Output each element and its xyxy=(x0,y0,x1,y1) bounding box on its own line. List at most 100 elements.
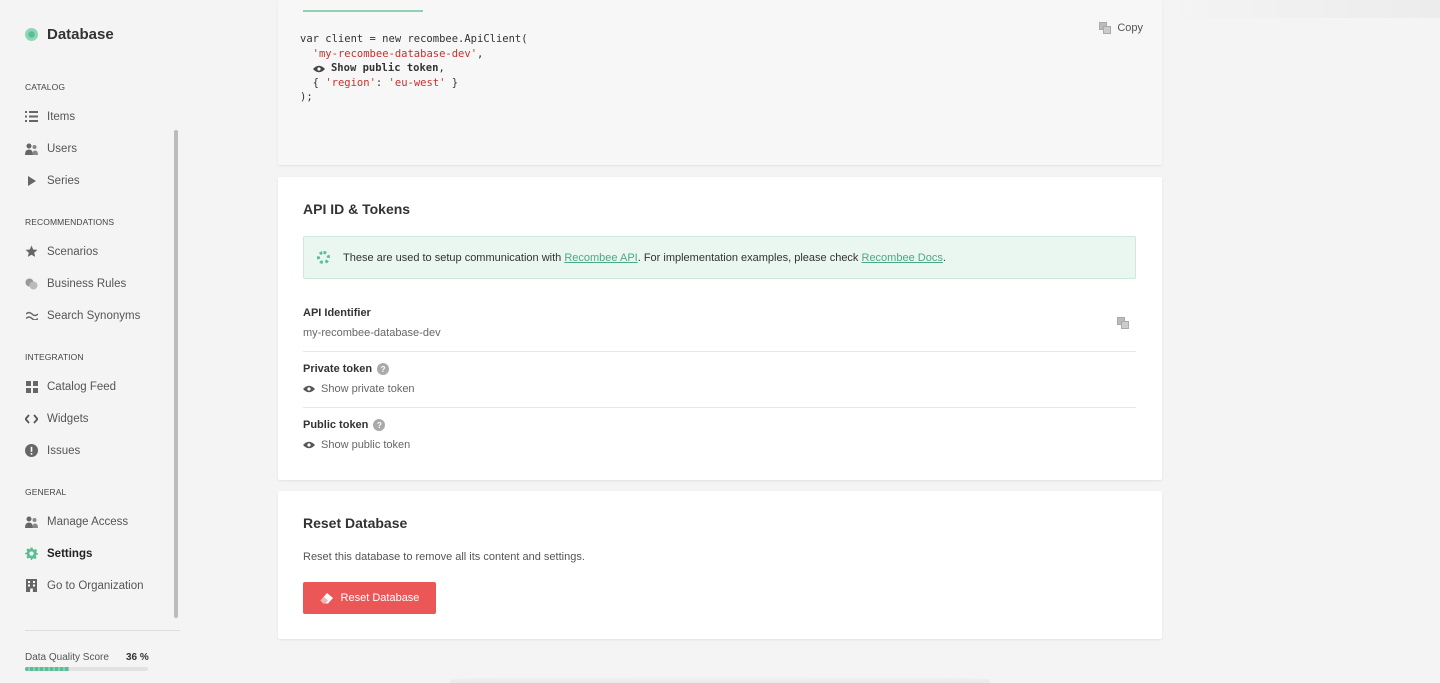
sidebar-item-label: Search Synonyms xyxy=(47,309,141,322)
sidebar-title: Database xyxy=(47,26,114,43)
sidebar-item-label: Business Rules xyxy=(47,277,127,290)
api-identifier-label: API Identifier xyxy=(303,307,371,319)
users-icon xyxy=(25,142,38,155)
gear-icon xyxy=(25,547,38,560)
eye-icon xyxy=(303,385,315,393)
sidebar-item-scenarios[interactable]: Scenarios xyxy=(25,245,98,258)
sidebar-item-label: Users xyxy=(47,142,78,155)
approx-icon xyxy=(25,309,38,322)
reset-database-card: Reset Database Reset this database to re… xyxy=(278,491,1162,639)
code-colon: : xyxy=(375,76,389,89)
copy-label: Copy xyxy=(1117,22,1143,34)
sidebar-item-catalog-feed[interactable]: Catalog Feed xyxy=(25,380,116,393)
code-line: ); xyxy=(300,91,313,104)
show-public-token-inline[interactable]: Show public token xyxy=(312,62,439,75)
grid-icon xyxy=(25,380,38,393)
code-icon xyxy=(25,412,38,425)
sidebar-divider xyxy=(25,630,180,631)
sidebar-item-label: Catalog Feed xyxy=(47,380,117,393)
alert-icon xyxy=(25,444,38,457)
sidebar-item-widgets[interactable]: Widgets xyxy=(25,412,89,425)
sidebar-item-label: Items xyxy=(47,110,76,123)
data-quality-label: Data Quality Score xyxy=(25,652,109,663)
sidebar-item-issues[interactable]: Issues xyxy=(25,444,80,457)
public-token-field: Public token ? Show public token xyxy=(303,419,1136,451)
reset-database-title: Reset Database xyxy=(303,515,408,531)
divider xyxy=(303,407,1136,408)
top-shadow xyxy=(1160,0,1440,18)
sidebar-item-label: Widgets xyxy=(47,412,89,425)
recombee-api-link[interactable]: Recombee API xyxy=(564,252,637,264)
sidebar-scrollbar[interactable] xyxy=(174,130,178,618)
show-public-token-text: Show public token xyxy=(321,439,411,451)
show-token-text: Show public token xyxy=(330,62,439,75)
sidebar-item-label: Settings xyxy=(47,547,93,560)
public-token-label: Public token xyxy=(303,419,369,431)
building-icon xyxy=(25,579,38,592)
help-icon[interactable]: ? xyxy=(377,363,390,375)
sidebar-item-label: Scenarios xyxy=(47,245,99,258)
data-quality-progress-fill xyxy=(25,667,70,671)
eye-icon xyxy=(312,65,325,73)
sidebar-item-go-to-organization[interactable]: Go to Organization xyxy=(25,579,144,592)
sidebar-item-label: Issues xyxy=(47,444,81,457)
lifebuoy-icon xyxy=(317,251,330,264)
bottom-shadow xyxy=(450,676,990,683)
reset-database-button-label: Reset Database xyxy=(340,592,420,604)
code-brace: } xyxy=(445,76,459,89)
section-general: GENERAL xyxy=(25,487,67,497)
sidebar-item-series[interactable]: Series xyxy=(25,174,80,187)
rules-icon xyxy=(25,277,38,290)
code-comma: , xyxy=(438,62,445,75)
code-comma: , xyxy=(477,47,484,60)
copy-icon[interactable] xyxy=(1117,317,1129,329)
sidebar-item-label: Series xyxy=(47,174,80,187)
data-quality-value: 36 % xyxy=(126,652,149,663)
code-tab-indicator xyxy=(303,10,423,12)
private-token-field: Private token ? Show private token xyxy=(303,363,1136,395)
reset-database-description: Reset this database to remove all its co… xyxy=(303,551,585,563)
section-catalog: CATALOG xyxy=(25,82,66,92)
divider xyxy=(303,351,1136,352)
help-icon[interactable]: ? xyxy=(373,419,386,431)
reset-database-button[interactable]: Reset Database xyxy=(303,582,436,614)
private-token-label-row: Private token ? xyxy=(303,363,1136,375)
sidebar-item-label: Manage Access xyxy=(47,515,129,528)
section-recommendations: RECOMMENDATIONS xyxy=(25,217,115,227)
eraser-icon xyxy=(320,592,333,603)
api-tokens-card: API ID & Tokens These are used to setup … xyxy=(278,177,1162,480)
info-banner: These are used to setup communication wi… xyxy=(303,236,1136,279)
data-quality-progress xyxy=(25,667,148,671)
sidebar-item-users[interactable]: Users xyxy=(25,142,77,155)
info-text: These are used to setup communication wi… xyxy=(343,251,562,264)
sidebar-item-settings[interactable]: Settings xyxy=(25,547,92,560)
code-snippet-card: var client = new recombee.ApiClient( 'my… xyxy=(278,0,1162,165)
section-integration: INTEGRATION xyxy=(25,352,84,362)
database-logo-icon xyxy=(25,28,38,41)
info-text: . xyxy=(942,251,946,264)
api-tokens-title: API ID & Tokens xyxy=(303,201,411,217)
recombee-docs-link[interactable]: Recombee Docs xyxy=(862,252,943,264)
sidebar-item-business-rules[interactable]: Business Rules xyxy=(25,277,126,290)
code-database-id: 'my-recombee-database-dev' xyxy=(312,47,478,60)
sidebar: Database CATALOG Items Users Series RECO… xyxy=(0,0,195,683)
info-text: . For implementation examples, please ch… xyxy=(637,251,859,264)
eye-icon xyxy=(303,441,315,449)
code-line: var client = new recombee.ApiClient( xyxy=(300,33,528,45)
public-token-label-row: Public token ? xyxy=(303,419,1136,431)
brand: Database xyxy=(25,26,114,43)
play-icon xyxy=(25,174,38,187)
api-identifier-field: API Identifier my-recombee-database-dev xyxy=(303,307,1136,339)
show-private-token-text: Show private token xyxy=(321,383,415,395)
show-private-token-button[interactable]: Show private token xyxy=(303,383,1136,395)
show-public-token-button[interactable]: Show public token xyxy=(303,439,1136,451)
sidebar-item-label: Go to Organization xyxy=(47,579,144,592)
copy-code-button[interactable]: Copy xyxy=(1099,22,1143,34)
sidebar-item-search-synonyms[interactable]: Search Synonyms xyxy=(25,309,140,322)
private-token-label: Private token xyxy=(303,363,373,375)
api-identifier-value: my-recombee-database-dev xyxy=(303,327,441,339)
sidebar-item-items[interactable]: Items xyxy=(25,110,75,123)
code-region-key: 'region' xyxy=(325,76,376,89)
sidebar-item-manage-access[interactable]: Manage Access xyxy=(25,515,128,528)
code-brace: { xyxy=(312,76,326,89)
